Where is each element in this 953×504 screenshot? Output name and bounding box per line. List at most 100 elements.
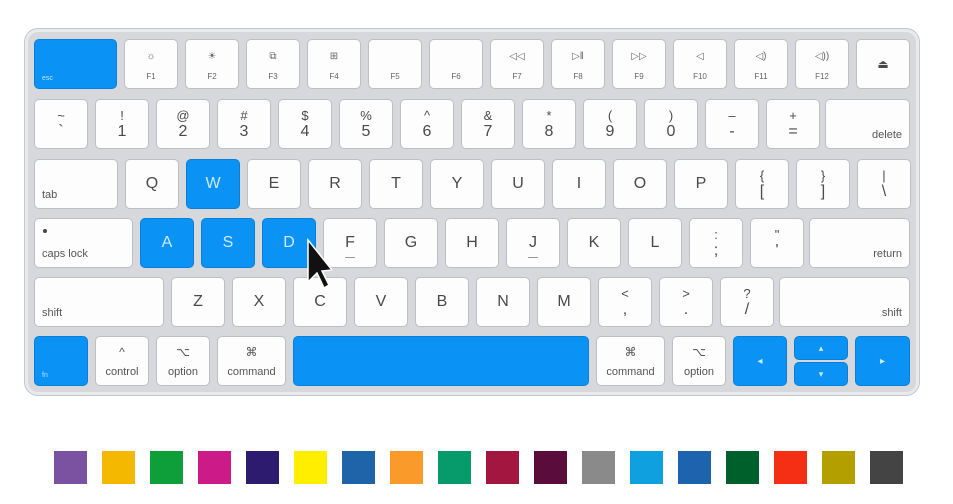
number-key-4[interactable]: $4 xyxy=(278,99,332,149)
key-l[interactable]: L xyxy=(628,218,682,268)
esc-key[interactable]: esc xyxy=(34,39,117,89)
color-swatch[interactable] xyxy=(582,451,615,484)
slash-key[interactable]: ? / xyxy=(720,277,774,327)
key-t[interactable]: T xyxy=(369,159,423,209)
eject-key[interactable]: ⏏ xyxy=(856,39,910,89)
left-shift-key[interactable]: shift xyxy=(34,277,164,327)
f4-key[interactable]: ⊞ F4 xyxy=(307,39,361,89)
f8-key[interactable]: ▷‖ F8 xyxy=(551,39,605,89)
return-key[interactable]: return xyxy=(809,218,910,268)
bracket-key-2[interactable]: | \ xyxy=(857,159,911,209)
number-key-11[interactable]: – - xyxy=(705,99,759,149)
comma-key[interactable]: <, xyxy=(598,277,652,327)
color-swatch[interactable] xyxy=(678,451,711,484)
color-swatch[interactable] xyxy=(342,451,375,484)
key-z[interactable]: Z xyxy=(171,277,225,327)
f12-key[interactable]: ◁)) F12 xyxy=(795,39,849,89)
number-key-12[interactable]: + = xyxy=(766,99,820,149)
bracket-key-1[interactable]: }] xyxy=(796,159,850,209)
right-command-key[interactable]: ⌘ command xyxy=(596,336,665,386)
arrow-down-key[interactable]: ▾ xyxy=(794,362,848,386)
key-x[interactable]: X xyxy=(232,277,286,327)
key-s[interactable]: S xyxy=(201,218,255,268)
f1-key[interactable]: ☼ F1 xyxy=(124,39,178,89)
semi-key[interactable]: :; xyxy=(689,218,743,268)
color-swatch[interactable] xyxy=(870,451,903,484)
f10-key[interactable]: ◁ F10 xyxy=(673,39,727,89)
color-swatch[interactable] xyxy=(294,451,327,484)
number-key-8[interactable]: * 8 xyxy=(522,99,576,149)
key-p[interactable]: P xyxy=(674,159,728,209)
key-o[interactable]: O xyxy=(613,159,667,209)
number-key-3[interactable]: #3 xyxy=(217,99,271,149)
number-key-5[interactable]: % 5 xyxy=(339,99,393,149)
key-e[interactable]: E xyxy=(247,159,301,209)
control-key[interactable]: ^ control xyxy=(95,336,149,386)
number-key-7[interactable]: & 7 xyxy=(461,99,515,149)
color-swatch[interactable] xyxy=(630,451,663,484)
f11-key[interactable]: ◁) F11 xyxy=(734,39,788,89)
key-g[interactable]: G xyxy=(384,218,438,268)
color-swatch[interactable] xyxy=(54,451,87,484)
arrow-up-key[interactable]: ▴ xyxy=(794,336,848,360)
volume-up-icon: ◁)) xyxy=(814,51,830,62)
period-key[interactable]: >. xyxy=(659,277,713,327)
tab-key[interactable]: tab xyxy=(34,159,118,209)
key-a[interactable]: A xyxy=(140,218,194,268)
key-k[interactable]: K xyxy=(567,218,621,268)
number-key-0[interactable]: ~ ` xyxy=(34,99,88,149)
color-swatch[interactable] xyxy=(150,451,183,484)
key-r[interactable]: R xyxy=(308,159,362,209)
key-m[interactable]: M xyxy=(537,277,591,327)
quote-key[interactable]: " ' xyxy=(750,218,804,268)
color-swatch[interactable] xyxy=(534,451,567,484)
key-q[interactable]: Q xyxy=(125,159,179,209)
color-swatch[interactable] xyxy=(102,451,135,484)
color-swatch[interactable] xyxy=(726,451,759,484)
arrow-right-key[interactable]: ▸ xyxy=(855,336,910,386)
delete-key[interactable]: delete xyxy=(825,99,910,149)
key-w[interactable]: W xyxy=(186,159,240,209)
left-option-key[interactable]: ⌥ option xyxy=(156,336,210,386)
f6-key[interactable]: F6 xyxy=(429,39,483,89)
color-swatch[interactable] xyxy=(390,451,423,484)
arrow-left-key[interactable]: ◂ xyxy=(733,336,787,386)
key-y[interactable]: Y xyxy=(430,159,484,209)
key-char: / xyxy=(744,301,750,318)
number-key-1[interactable]: ! 1 xyxy=(95,99,149,149)
f2-key[interactable]: ☀ F2 xyxy=(185,39,239,89)
fn-key[interactable]: fn xyxy=(34,336,88,386)
key-char: \ xyxy=(881,183,887,200)
key-b[interactable]: B xyxy=(415,277,469,327)
f9-key[interactable]: ▷▷ F9 xyxy=(612,39,666,89)
key-h[interactable]: H xyxy=(445,218,499,268)
number-key-2[interactable]: @2 xyxy=(156,99,210,149)
color-swatch[interactable] xyxy=(774,451,807,484)
color-swatch[interactable] xyxy=(438,451,471,484)
space-bar[interactable] xyxy=(293,336,589,386)
right-option-key[interactable]: ⌥ option xyxy=(672,336,726,386)
color-swatch[interactable] xyxy=(486,451,519,484)
mission-control-icon: ⧉ xyxy=(269,51,277,62)
f3-key[interactable]: ⧉ F3 xyxy=(246,39,300,89)
key-j[interactable]: J xyxy=(506,218,560,268)
bracket-key-0[interactable]: {[ xyxy=(735,159,789,209)
key-u[interactable]: U xyxy=(491,159,545,209)
key-n[interactable]: N xyxy=(476,277,530,327)
number-key-9[interactable]: (9 xyxy=(583,99,637,149)
left-command-label: command xyxy=(227,366,276,378)
left-command-key[interactable]: ⌘ command xyxy=(217,336,286,386)
key-v[interactable]: V xyxy=(354,277,408,327)
color-swatch[interactable] xyxy=(822,451,855,484)
f7-key[interactable]: ◁◁ F7 xyxy=(490,39,544,89)
number-key-10[interactable]: ) 0 xyxy=(644,99,698,149)
key-letter: H xyxy=(466,234,478,251)
color-swatch[interactable] xyxy=(246,451,279,484)
key-i[interactable]: I xyxy=(552,159,606,209)
f5-key[interactable]: F5 xyxy=(368,39,422,89)
color-swatch[interactable] xyxy=(198,451,231,484)
right-shift-key[interactable]: shift xyxy=(779,277,910,327)
keyboard: esc ☼ F1 ☀ F2 ⧉ F3 ⊞ F4 F5 F6 ◁◁ F7 ▷‖ F… xyxy=(24,28,920,396)
caps-lock-key[interactable]: caps lock xyxy=(34,218,133,268)
number-key-6[interactable]: ^ 6 xyxy=(400,99,454,149)
